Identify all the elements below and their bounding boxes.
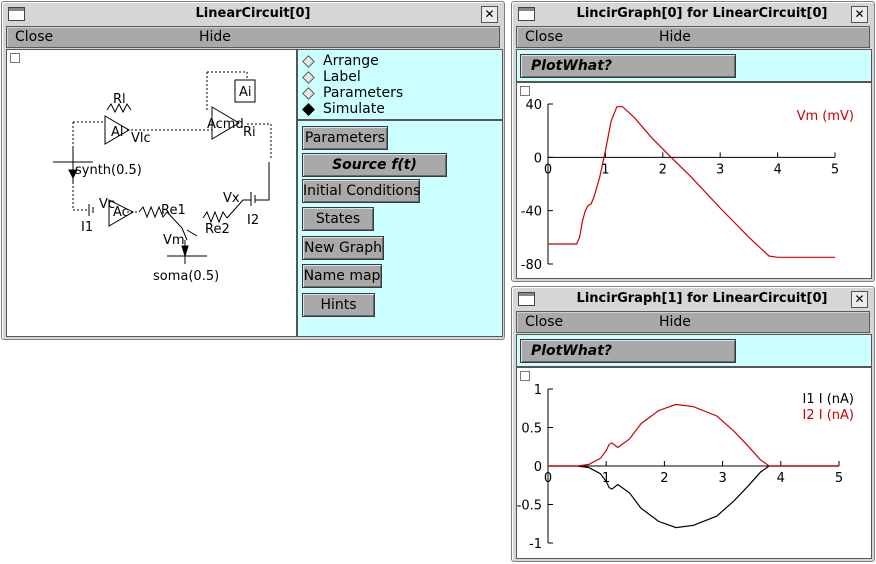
rl-label: Rl xyxy=(113,92,126,107)
radio-diamond-icon xyxy=(302,87,315,100)
radio-diamond-icon xyxy=(302,55,315,68)
y-tick-label: 0.5 xyxy=(521,422,542,437)
vm-label: Vm xyxy=(163,233,185,248)
circuit-diagram: Rl Al Vlc Ai Acmd Ri synth(0.5) Vc Ac Re… xyxy=(53,71,272,284)
title-bar[interactable]: LinearCircuit[0] ✕ xyxy=(5,5,501,24)
x-tick-label: 3 xyxy=(716,162,724,177)
hide-menu-item[interactable]: Hide xyxy=(659,314,691,330)
graph0-plot-panel[interactable]: 0 1 2 3 4 5 40 0 -40 -80 Vm (mV) xyxy=(516,82,872,279)
vlc-label: Vlc xyxy=(131,131,151,146)
name-map-button[interactable]: Name map xyxy=(302,264,382,288)
legend-entry: I1 I (nA) xyxy=(803,392,854,407)
al-label: Al xyxy=(111,125,124,140)
plotwhat-button[interactable]: PlotWhat? xyxy=(520,54,736,78)
plotwhat-bar: PlotWhat? xyxy=(516,334,872,367)
x-tick-label: 4 xyxy=(777,471,785,486)
x-tick-label: 0 xyxy=(544,471,552,486)
window-title: LincirGraph[1] for LinearCircuit[0] xyxy=(576,291,828,306)
radio-diamond-icon xyxy=(302,71,315,84)
window-title: LinearCircuit[0] xyxy=(195,6,311,21)
plotwhat-button[interactable]: PlotWhat? xyxy=(520,339,736,363)
menu-bar: Close Hide xyxy=(516,26,870,48)
vm-chart: 0 1 2 3 4 5400-40-80Vm (mV) xyxy=(521,98,854,273)
states-button[interactable]: States xyxy=(302,207,374,231)
new-graph-button[interactable]: New Graph xyxy=(302,236,384,260)
x-tick-label: 2 xyxy=(660,471,668,486)
initial-conditions-button[interactable]: Initial Conditions xyxy=(302,179,420,203)
window-title: LincirGraph[0] for LinearCircuit[0] xyxy=(576,6,828,21)
close-window-icon[interactable]: ✕ xyxy=(481,6,498,23)
re1-label: Re1 xyxy=(161,203,186,218)
x-tick-label: 5 xyxy=(835,471,843,486)
graph0-window: LincirGraph[0] for LinearCircuit[0] ✕ Cl… xyxy=(511,1,875,282)
parameters-button[interactable]: Parameters xyxy=(302,126,388,150)
y-tick-label: -0.5 xyxy=(517,499,542,514)
linear-circuit-window: LinearCircuit[0] ✕ Close Hide Rl Al Vlc … xyxy=(1,1,505,340)
re2-label: Re2 xyxy=(205,222,230,237)
source-button[interactable]: Source f(t) xyxy=(302,153,447,177)
menu-bar: Close Hide xyxy=(516,311,870,333)
y-tick-label: -1 xyxy=(529,537,542,552)
i2-label: I2 xyxy=(247,213,259,228)
i1-label: I1 xyxy=(81,220,93,235)
y-tick-label: -40 xyxy=(521,205,542,220)
hide-menu-item[interactable]: Hide xyxy=(659,29,691,45)
command-panel: Parameters Source f(t) Initial Condition… xyxy=(297,120,503,337)
x-tick-label: 2 xyxy=(659,162,667,177)
radio-diamond-selected-icon xyxy=(302,103,315,116)
graph1-plot-panel[interactable]: 0 1 2 3 4 5 1 0.5 0 -0.5 -1 I1 I (nA) I2 I (nA) xyxy=(516,367,872,559)
y-tick-label: 1 xyxy=(534,383,542,398)
soma-label: soma(0.5) xyxy=(153,269,219,284)
x-tick-label: 5 xyxy=(831,162,839,177)
y-tick-label: 0 xyxy=(534,151,542,166)
y-tick-label: -80 xyxy=(521,258,542,273)
hide-menu-item[interactable]: Hide xyxy=(199,29,231,45)
title-bar[interactable]: LincirGraph[0] for LinearCircuit[0] ✕ xyxy=(515,5,871,24)
y-tick-label: 0 xyxy=(534,460,542,475)
x-tick-label: 0 xyxy=(544,162,552,177)
graph1-window: LincirGraph[1] for LinearCircuit[0] ✕ Cl… xyxy=(511,286,875,562)
legend-entry: Vm (mV) xyxy=(797,109,854,124)
circuit-diagram-panel[interactable]: Rl Al Vlc Ai Acmd Ri synth(0.5) Vc Ac Re… xyxy=(6,49,297,337)
y-tick-label: 40 xyxy=(525,98,542,113)
legend-entry: I2 I (nA) xyxy=(803,408,854,423)
close-window-icon[interactable]: ✕ xyxy=(851,6,868,23)
close-menu-item[interactable]: Close xyxy=(15,29,53,45)
series-line-0 xyxy=(548,465,839,529)
x-tick-label: 3 xyxy=(718,471,726,486)
series-line-0 xyxy=(548,106,835,258)
hints-button[interactable]: Hints xyxy=(302,293,375,317)
ri-label: Ri xyxy=(243,125,256,140)
series-line-1 xyxy=(548,403,839,467)
title-bar[interactable]: LincirGraph[1] for LinearCircuit[0] ✕ xyxy=(515,290,871,309)
ai-label: Ai xyxy=(239,85,252,100)
mode-panel: Arrange Label Parameters Simulate xyxy=(297,49,503,120)
close-menu-item[interactable]: Close xyxy=(525,29,563,45)
current-chart: 0 1 2 3 4 510.50-0.5-1I1 I (nA)I2 I (nA) xyxy=(517,383,854,552)
acmd-label: Acmd xyxy=(207,117,244,132)
plotwhat-bar: PlotWhat? xyxy=(516,49,872,82)
ac-label: Ac xyxy=(113,205,129,220)
close-window-icon[interactable]: ✕ xyxy=(851,291,868,308)
close-menu-item[interactable]: Close xyxy=(525,314,563,330)
vx-label: Vx xyxy=(223,191,240,206)
synth-label: synth(0.5) xyxy=(75,163,142,178)
x-tick-label: 4 xyxy=(773,162,781,177)
menu-bar: Close Hide xyxy=(6,26,500,48)
